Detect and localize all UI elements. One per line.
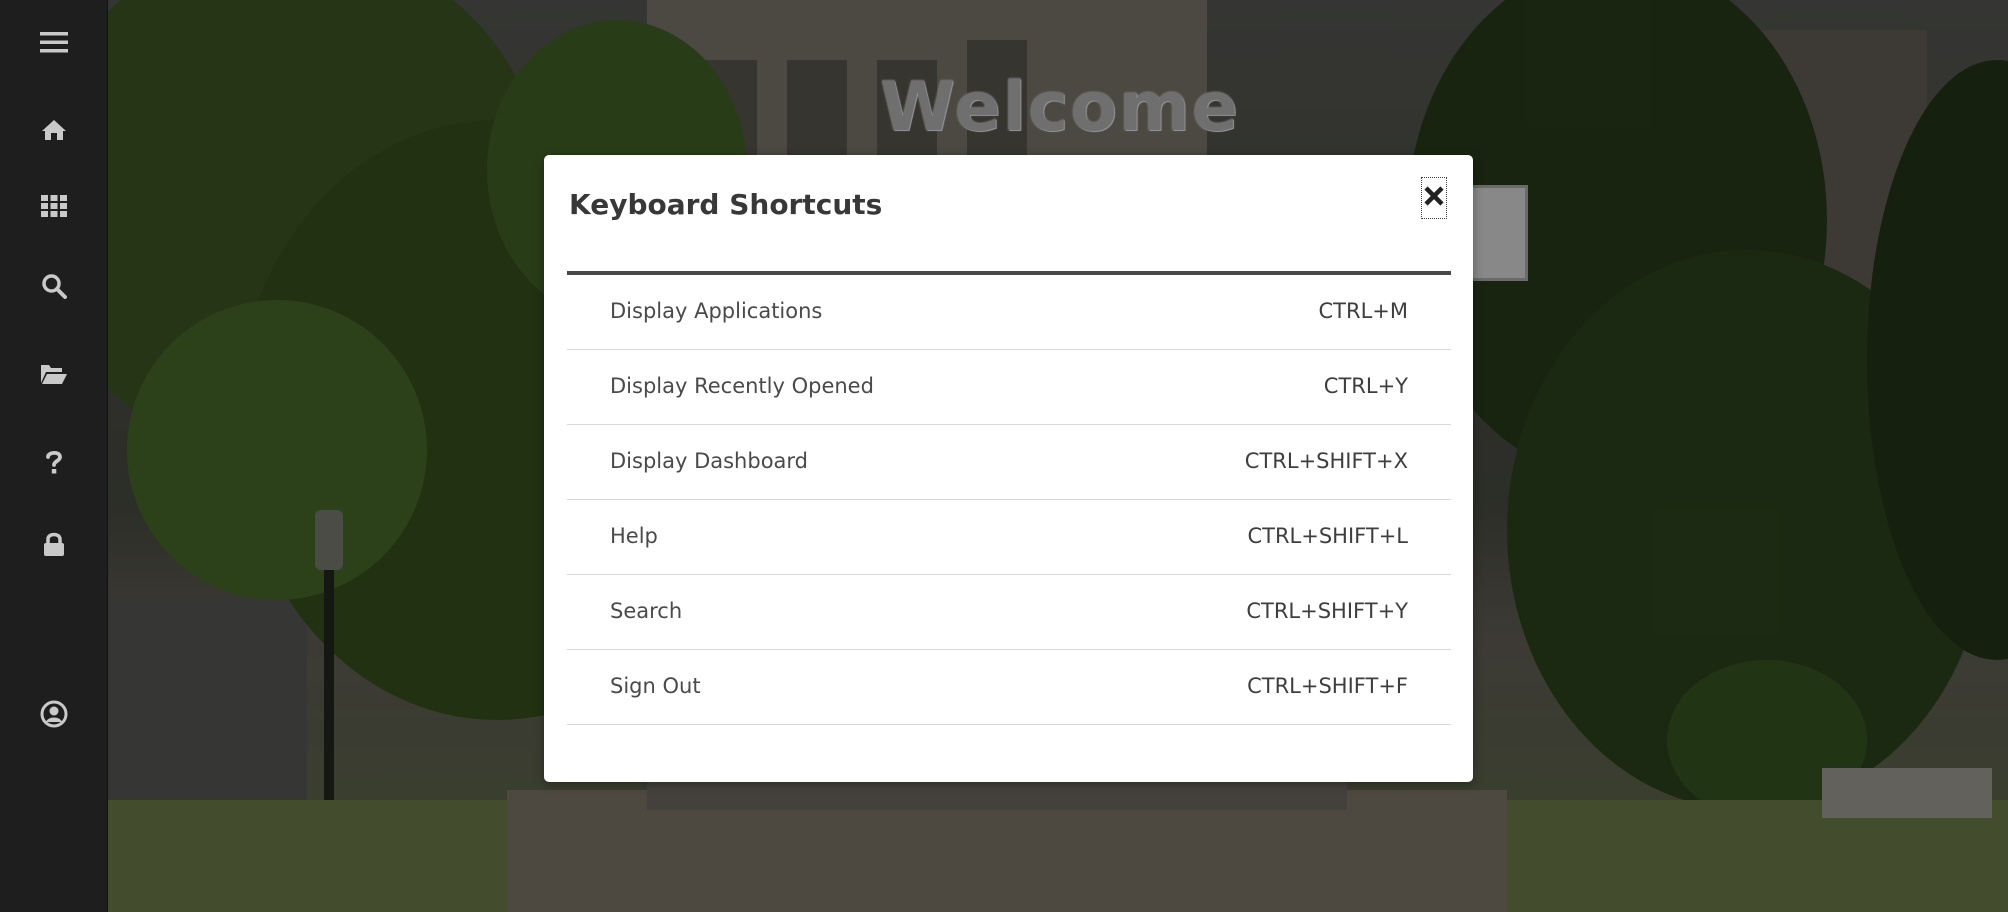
shortcut-action: Help <box>610 524 658 548</box>
shortcut-action: Sign Out <box>610 674 701 698</box>
shortcut-row-search: Search CTRL+SHIFT+Y <box>567 575 1451 650</box>
shortcut-keys: CTRL+M <box>1318 299 1409 323</box>
sidebar-sign-out-button[interactable] <box>0 514 107 574</box>
shortcut-keys: CTRL+SHIFT+L <box>1247 524 1408 548</box>
hamburger-menu-icon <box>39 30 68 54</box>
keyboard-shortcuts-dialog: Keyboard Shortcuts Display Applications … <box>544 155 1473 782</box>
lock-icon <box>43 531 65 557</box>
grid-icon <box>40 195 67 217</box>
shortcut-keys: CTRL+SHIFT+X <box>1244 449 1408 473</box>
sidebar-applications-button[interactable] <box>0 176 107 236</box>
shortcut-action: Display Applications <box>610 299 823 323</box>
close-icon <box>1424 186 1444 210</box>
shortcut-row-display-recently-opened: Display Recently Opened CTRL+Y <box>567 350 1451 425</box>
shortcut-action: Display Recently Opened <box>610 374 874 398</box>
shortcut-row-display-dashboard: Display Dashboard CTRL+SHIFT+X <box>567 425 1451 500</box>
shortcut-row-display-applications: Display Applications CTRL+M <box>567 275 1451 350</box>
sidebar-search-button[interactable] <box>0 256 107 316</box>
sidebar-recently-opened-button[interactable] <box>0 344 107 404</box>
sidebar-user-profile-button[interactable] <box>0 684 107 744</box>
application-screen: Welcome Keyboard Shortcuts Display Appli… <box>0 0 2008 912</box>
folder-open-icon <box>40 363 68 385</box>
close-dialog-button[interactable] <box>1421 177 1447 219</box>
home-icon <box>41 118 67 142</box>
shortcut-keys: CTRL+SHIFT+F <box>1247 674 1408 698</box>
shortcut-action: Search <box>610 599 683 623</box>
shortcut-list: Display Applications CTRL+M Display Rece… <box>567 275 1451 725</box>
sidebar <box>0 0 108 912</box>
user-circle-icon <box>40 700 68 728</box>
sidebar-menu-button[interactable] <box>0 12 107 72</box>
search-icon <box>41 273 67 299</box>
sidebar-help-button[interactable] <box>0 432 107 492</box>
shortcut-row-sign-out: Sign Out CTRL+SHIFT+F <box>567 650 1451 725</box>
question-icon <box>45 449 63 475</box>
shortcut-row-help: Help CTRL+SHIFT+L <box>567 500 1451 575</box>
shortcut-keys: CTRL+Y <box>1323 374 1408 398</box>
sidebar-home-button[interactable] <box>0 100 107 160</box>
dialog-title: Keyboard Shortcuts <box>569 188 883 221</box>
shortcut-keys: CTRL+SHIFT+Y <box>1246 599 1408 623</box>
welcome-heading: Welcome <box>880 68 1241 147</box>
shortcut-action: Display Dashboard <box>610 449 809 473</box>
